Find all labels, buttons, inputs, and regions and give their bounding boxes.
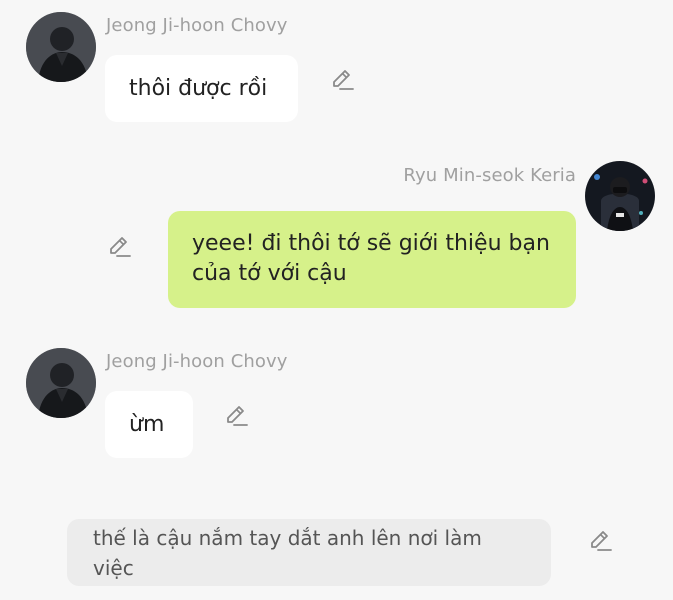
avatar-keria[interactable] [585, 161, 655, 231]
pencil-edit-icon [110, 237, 131, 257]
pencil-edit-icon [591, 531, 612, 551]
pencil-edit-icon [333, 70, 354, 90]
edit-message-button[interactable] [223, 403, 249, 429]
message-bubble: yeee! đi thôi tớ sẽ giới thiệu bạn của t… [168, 211, 576, 308]
sender-name: Jeong Ji-hoon Chovy [106, 15, 288, 36]
avatar-chovy[interactable] [26, 348, 96, 418]
pencil-edit-icon [227, 406, 248, 426]
message-text: ừm [129, 411, 165, 437]
sender-name: Ryu Min-seok Keria [403, 165, 576, 186]
narration-bubble: thế là cậu nắm tay dắt anh lên nơi làm v… [67, 519, 551, 586]
avatar-chovy-image [26, 12, 96, 82]
avatar-chovy[interactable] [26, 12, 96, 82]
message-text: thôi được rồi [129, 75, 268, 101]
narration-text: thế là cậu nắm tay dắt anh lên nơi làm v… [93, 525, 482, 580]
edit-message-button[interactable] [587, 528, 613, 554]
avatar-chovy-image [26, 348, 96, 418]
sender-name: Jeong Ji-hoon Chovy [106, 351, 288, 372]
message-bubble: ừm [105, 391, 193, 458]
avatar-keria-image [585, 161, 655, 231]
edit-message-button[interactable] [329, 67, 355, 93]
message-text: yeee! đi thôi tớ sẽ giới thiệu bạn của t… [192, 231, 550, 286]
edit-message-button[interactable] [106, 234, 132, 260]
message-bubble: thôi được rồi [105, 55, 298, 122]
